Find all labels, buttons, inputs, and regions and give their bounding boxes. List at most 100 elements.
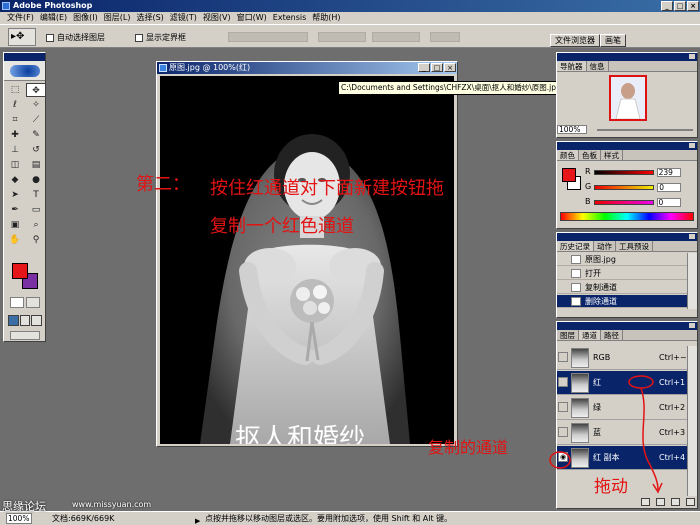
tab-navigator[interactable]: 导航器 <box>557 61 587 71</box>
tab-actions[interactable]: 动作 <box>594 241 616 251</box>
magic-wand-tool-icon[interactable]: ✧ <box>26 98 46 112</box>
lasso-tool-icon[interactable]: ℓ <box>5 98 25 112</box>
tab-color[interactable]: 颜色 <box>557 150 579 160</box>
tab-paths[interactable]: 路径 <box>601 330 623 340</box>
tab-swatches[interactable]: 色板 <box>579 150 601 160</box>
color-b-slider[interactable] <box>593 199 654 205</box>
navigator-zoom-field[interactable]: 100% <box>557 125 587 134</box>
foreground-color-swatch[interactable] <box>12 263 28 279</box>
history-item-label: 复制通道 <box>585 283 617 292</box>
clone-stamp-icon[interactable]: ⊥ <box>5 143 25 157</box>
dodge-tool-icon[interactable]: ● <box>26 173 46 187</box>
menu-filter[interactable]: 滤镜(T) <box>167 12 200 24</box>
channel-row-rgb[interactable]: RGB Ctrl+~ <box>557 346 687 370</box>
photoshop-logo[interactable] <box>4 61 45 81</box>
menu-select[interactable]: 选择(S) <box>133 12 166 24</box>
navigator-zoom-slider[interactable] <box>597 129 693 131</box>
color-g-value[interactable]: 0 <box>657 182 682 192</box>
menu-extensis[interactable]: Extensis <box>270 12 309 24</box>
menu-edit[interactable]: 编辑(E) <box>37 12 70 24</box>
screen-mode-buttons[interactable] <box>8 315 43 326</box>
menu-layer[interactable]: 图层(L) <box>101 12 134 24</box>
gradient-tool-icon[interactable]: ▤ <box>26 158 46 172</box>
tab-history[interactable]: 历史记录 <box>557 241 594 251</box>
navigator-panel: 导航器 信息 100% <box>556 52 698 138</box>
healing-brush-icon[interactable]: ✚ <box>5 128 25 142</box>
status-document-size[interactable]: 文档:669K/669K <box>52 512 114 525</box>
bride-red-channel-image <box>200 134 410 444</box>
move-tool-preset-picker[interactable]: ▸✥ <box>8 28 36 46</box>
document-title-bar[interactable]: 原图.jpg @ 100%(红) _ □ × <box>157 62 457 74</box>
color-r-value[interactable]: 239 <box>656 167 681 177</box>
color-row-g: G 0 <box>585 182 682 192</box>
color-b-value[interactable]: 0 <box>656 197 681 207</box>
menu-window[interactable]: 窗口(W) <box>234 12 270 24</box>
image-canvas[interactable]: 抠人和婚纱 <box>160 76 454 444</box>
crop-tool-icon[interactable]: ⌗ <box>5 113 25 127</box>
path-selection-icon[interactable]: ➤ <box>5 188 25 202</box>
color-spectrum-ramp[interactable] <box>560 212 694 221</box>
jump-to-imageready-icon[interactable] <box>10 331 40 340</box>
site-watermark-name: 思缘论坛 <box>2 500 46 513</box>
type-tool-icon[interactable]: T <box>26 188 46 202</box>
tab-channels[interactable]: 通道 <box>579 330 601 340</box>
history-step-icon <box>571 269 581 278</box>
menu-help[interactable]: 帮助(H) <box>309 12 343 24</box>
tab-info[interactable]: 信息 <box>587 61 609 71</box>
blur-tool-icon[interactable]: ◆ <box>5 173 25 187</box>
slice-tool-icon[interactable]: ⟋ <box>26 113 46 127</box>
minimize-button[interactable]: _ <box>661 1 673 11</box>
history-snapshot-icon <box>571 255 581 264</box>
tab-tool-presets[interactable]: 工具预设 <box>616 241 653 251</box>
status-zoom-field[interactable]: 100% <box>6 513 32 524</box>
history-scrollbar[interactable] <box>687 253 697 309</box>
history-item[interactable]: 打开 <box>557 267 687 280</box>
shape-tool-icon[interactable]: ▭ <box>26 203 46 217</box>
history-item[interactable]: 原图.jpg <box>557 253 687 266</box>
move-tool-icon[interactable]: ✥ <box>26 83 46 97</box>
channel-thumbnail <box>571 348 589 368</box>
brush-tool-icon[interactable]: ✎ <box>26 128 46 142</box>
close-button[interactable]: × <box>687 1 699 11</box>
file-browser-tab[interactable]: 文件浏览器 <box>550 34 600 47</box>
auto-select-layer-checkbox[interactable] <box>46 34 54 42</box>
toolbox-header <box>4 53 45 61</box>
maximize-button[interactable]: □ <box>674 1 686 11</box>
tab-layers[interactable]: 图层 <box>557 330 579 340</box>
doc-close-button[interactable]: × <box>444 63 456 72</box>
color-g-slider[interactable] <box>594 184 655 190</box>
marquee-tool-icon[interactable]: ⬚ <box>5 83 25 97</box>
tab-styles[interactable]: 样式 <box>601 150 623 160</box>
history-item[interactable]: 复制通道 <box>557 281 687 294</box>
menu-view[interactable]: 视图(V) <box>200 12 234 24</box>
annotation-step-label: 第二： <box>136 174 190 195</box>
show-bounding-box-checkbox[interactable] <box>135 34 143 42</box>
pen-tool-icon[interactable]: ✒ <box>5 203 25 217</box>
brushes-tab[interactable]: 画笔 <box>600 34 626 47</box>
standard-mode-icon[interactable] <box>10 297 24 308</box>
eyedropper-tool-icon[interactable]: ⌕ <box>26 218 46 232</box>
doc-minimize-button[interactable]: _ <box>418 63 430 72</box>
quick-mask-mode-icon[interactable] <box>26 297 40 308</box>
color-panel-fg-swatch[interactable] <box>562 168 576 182</box>
history-panel: 历史记录 动作 工具预设 原图.jpg 打开 复制通道 删除通道 <box>556 232 698 318</box>
zoom-tool-icon[interactable]: ⚲ <box>26 233 46 247</box>
menu-image[interactable]: 图像(I) <box>70 12 101 24</box>
menu-file[interactable]: 文件(F) <box>4 12 37 24</box>
eraser-tool-icon[interactable]: ◫ <box>5 158 25 172</box>
distribute-buttons-group-3[interactable] <box>430 32 460 42</box>
notes-tool-icon[interactable]: ▣ <box>5 218 25 232</box>
navigator-thumbnail[interactable] <box>609 75 647 121</box>
history-item[interactable]: 删除通道 <box>557 295 687 308</box>
distribute-buttons-group-2[interactable] <box>372 32 420 42</box>
align-buttons-group[interactable] <box>228 32 308 42</box>
distribute-buttons-group-1[interactable] <box>318 32 366 42</box>
app-title: Adobe Photoshop <box>13 1 93 10</box>
status-arrow-icon[interactable]: ▶ <box>195 515 200 525</box>
channel-shortcut: Ctrl+~ <box>659 353 687 362</box>
hand-tool-icon[interactable]: ✋ <box>5 233 25 247</box>
eye-icon[interactable] <box>558 352 568 362</box>
color-r-slider[interactable] <box>593 169 654 175</box>
history-brush-icon[interactable]: ↺ <box>26 143 46 157</box>
doc-maximize-button[interactable]: □ <box>431 63 443 72</box>
